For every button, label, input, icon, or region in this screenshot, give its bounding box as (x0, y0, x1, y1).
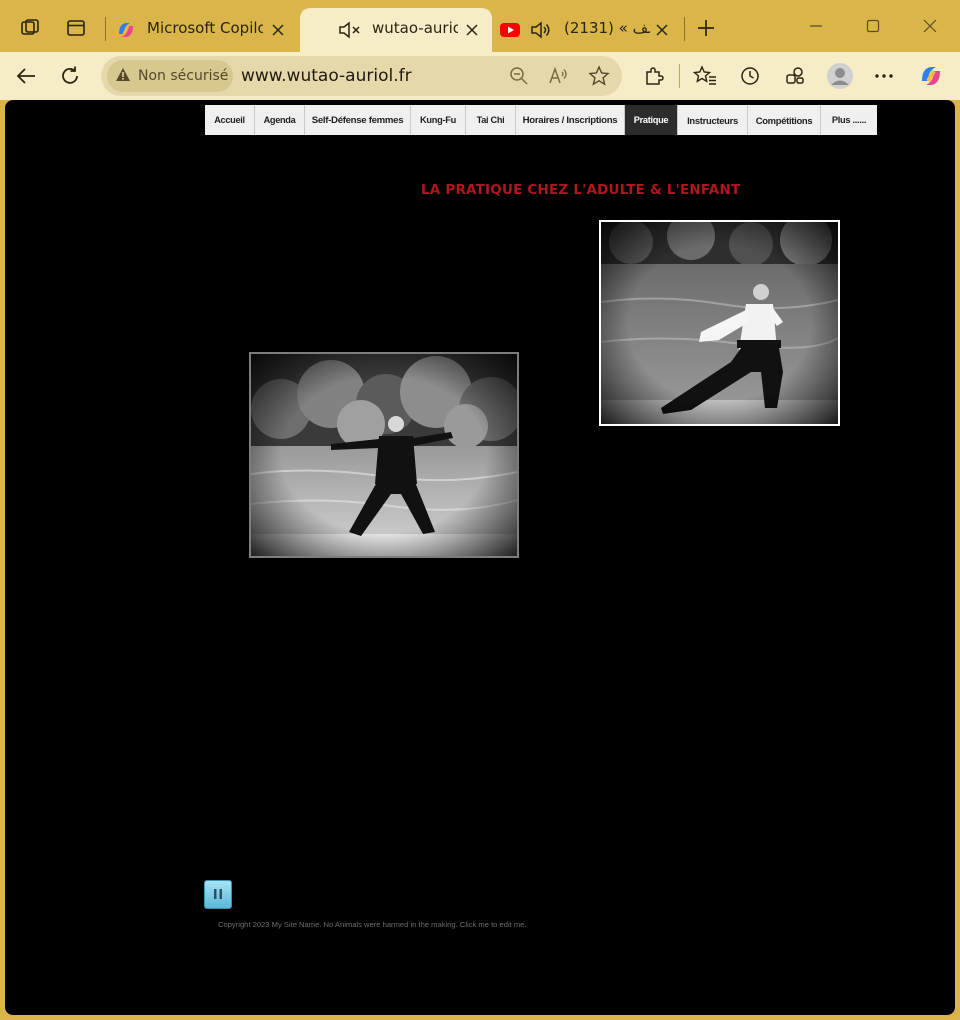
photo-practice-horse-stance (249, 352, 519, 558)
tab-copilot[interactable]: Microsoft Copilot (108, 8, 298, 52)
warning-icon (115, 67, 131, 86)
minimize-icon[interactable] (798, 10, 834, 42)
more-menu-icon[interactable] (868, 60, 900, 92)
zoom-icon[interactable] (505, 62, 533, 90)
photo-practice-low-stance (599, 220, 840, 426)
back-icon[interactable] (10, 60, 42, 92)
nav-tai-chi[interactable]: Tai Chi (466, 105, 516, 135)
footer-copyright[interactable]: Copyright 2023 My Site Name. No Animals … (218, 920, 527, 929)
tab-actions-icon[interactable] (60, 12, 92, 44)
nav-horaires[interactable]: Horaires / Inscriptions (516, 105, 625, 135)
muted-speaker-icon[interactable] (338, 20, 362, 44)
tab-title: Microsoft Copilot (147, 19, 263, 37)
security-label: Non sécurisé (138, 68, 229, 84)
page-title: LA PRATIQUE CHEZ L'ADULTE & L'ENFANT (421, 182, 741, 198)
nav-competitions[interactable]: Compétitions (748, 105, 821, 135)
nav-accueil[interactable]: Accueil (205, 105, 255, 135)
browser-toolbar: Non sécurisé www.wutao-auriol.fr (0, 52, 960, 100)
tab-youtube[interactable]: يُوسُف » (2131) (494, 8, 682, 52)
music-pause-button[interactable] (204, 880, 232, 909)
close-icon[interactable] (462, 20, 482, 40)
nav-pratique[interactable]: Pratique (625, 105, 678, 135)
url-text[interactable]: www.wutao-auriol.fr (241, 66, 412, 86)
youtube-icon (499, 20, 521, 44)
speaker-icon[interactable] (530, 20, 554, 44)
close-icon[interactable] (652, 20, 672, 40)
nav-agenda[interactable]: Agenda (255, 105, 305, 135)
refresh-icon[interactable] (54, 60, 86, 92)
pause-icon (213, 885, 223, 904)
close-window-icon[interactable] (912, 10, 948, 42)
tab-title: يُوسُف » (2131) (564, 19, 650, 37)
nav-plus[interactable]: Plus ...... (821, 105, 877, 135)
site-navigation: Accueil Agenda Self-Défense femmes Kung-… (205, 105, 877, 135)
copilot-icon (116, 20, 136, 44)
nav-self-defense[interactable]: Self-Défense femmes (305, 105, 411, 135)
tab-wutao[interactable]: wutao-auriol (300, 8, 492, 52)
nav-instructeurs[interactable]: Instructeurs (678, 105, 748, 135)
profile-avatar-icon[interactable] (824, 60, 856, 92)
page-viewport: Accueil Agenda Self-Défense femmes Kung-… (5, 100, 955, 1015)
favorites-icon[interactable] (689, 60, 721, 92)
maximize-icon[interactable] (855, 10, 891, 42)
tab-title: wutao-auriol (372, 19, 458, 37)
address-bar[interactable]: Non sécurisé www.wutao-auriol.fr (101, 56, 622, 96)
read-aloud-icon[interactable] (545, 62, 573, 90)
security-chip[interactable]: Non sécurisé (107, 60, 233, 92)
copilot-sidebar-icon[interactable] (915, 60, 947, 92)
history-icon[interactable] (734, 60, 766, 92)
nav-kung-fu[interactable]: Kung-Fu (411, 105, 466, 135)
workspaces-icon[interactable] (14, 12, 46, 44)
extensions-icon[interactable] (638, 60, 670, 92)
collections-icon[interactable] (779, 60, 811, 92)
close-icon[interactable] (268, 20, 288, 40)
tab-strip: Microsoft Copilot wutao-auriol يُوسُف » … (0, 0, 960, 52)
new-tab-icon[interactable] (690, 12, 722, 44)
favorite-star-icon[interactable] (585, 62, 613, 90)
